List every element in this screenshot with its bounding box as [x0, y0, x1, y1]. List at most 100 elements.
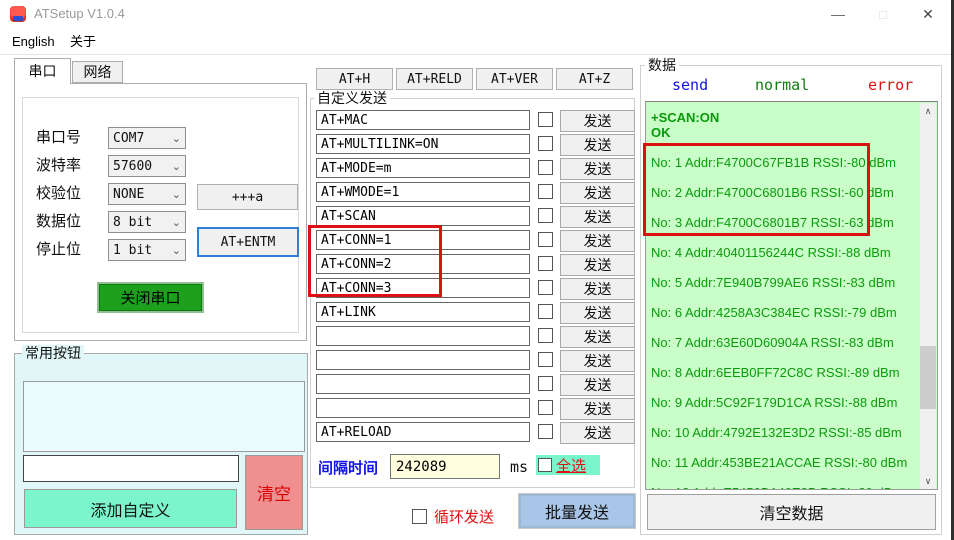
- scan-result-entry: No: 7 Addr:63E60D60904A RSSI:-83 dBm: [651, 335, 916, 350]
- command-input[interactable]: [316, 182, 530, 202]
- log-line: OK: [651, 125, 916, 140]
- command-checkbox[interactable]: [538, 112, 553, 127]
- stop-bits-label: 停止位: [36, 239, 106, 261]
- menu-bar: English 关于: [0, 28, 951, 55]
- send-button[interactable]: 发送: [560, 302, 635, 324]
- stop-bits-select[interactable]: 1 bit ⌄: [108, 239, 186, 261]
- serial-port-select[interactable]: COM7 ⌄: [108, 127, 186, 149]
- command-input[interactable]: [316, 158, 530, 178]
- command-checkbox[interactable]: [538, 280, 553, 295]
- add-custom-button[interactable]: 添加自定义: [24, 489, 237, 528]
- at-entm-button[interactable]: AT+ENTM: [197, 227, 299, 257]
- data-group-title: 数据: [645, 57, 679, 74]
- parity-label: 校验位: [36, 183, 106, 205]
- command-checkbox[interactable]: [538, 184, 553, 199]
- close-serial-button[interactable]: 关闭串口: [97, 282, 204, 313]
- scrollbar[interactable]: ∧ ∨: [920, 103, 936, 489]
- parity-select[interactable]: NONE ⌄: [108, 183, 186, 205]
- send-button[interactable]: 发送: [560, 158, 635, 180]
- data-bits-value: 8 bit: [113, 215, 152, 230]
- scan-result-entry: No: 6 Addr:4258A3C384EC RSSI:-79 dBm: [651, 305, 916, 320]
- log-line: +SCAN:ON: [651, 110, 916, 125]
- scrollbar-thumb[interactable]: [920, 346, 936, 409]
- send-button[interactable]: 发送: [560, 278, 635, 300]
- scan-result-entry: No: 4 Addr:40401156244C RSSI:-88 dBm: [651, 245, 916, 260]
- select-all-wrap: 全选: [536, 455, 600, 475]
- command-checkbox[interactable]: [538, 256, 553, 271]
- command-input[interactable]: [316, 206, 530, 226]
- tab-network[interactable]: 网络: [72, 61, 123, 83]
- parity-value: NONE: [113, 187, 144, 202]
- select-all-checkbox[interactable]: [538, 458, 552, 472]
- command-input[interactable]: [316, 326, 530, 346]
- legend-error: error: [868, 76, 913, 94]
- command-checkbox[interactable]: [538, 208, 553, 223]
- at-ver-button[interactable]: AT+VER: [476, 68, 553, 90]
- command-checkbox[interactable]: [538, 304, 553, 319]
- legend-normal: normal: [755, 76, 809, 94]
- command-input[interactable]: [316, 422, 530, 442]
- loop-send-label: 循环发送: [434, 506, 494, 527]
- send-button[interactable]: 发送: [560, 134, 635, 156]
- minimize-button[interactable]: —: [816, 0, 860, 28]
- command-input[interactable]: [316, 302, 530, 322]
- send-button[interactable]: 发送: [560, 230, 635, 252]
- maximize-button[interactable]: □: [861, 0, 905, 28]
- command-checkbox[interactable]: [538, 424, 553, 439]
- send-button[interactable]: 发送: [560, 326, 635, 348]
- command-checkbox[interactable]: [538, 352, 553, 367]
- command-input[interactable]: [316, 110, 530, 130]
- send-button[interactable]: 发送: [560, 374, 635, 396]
- plus-a-button[interactable]: +++a: [197, 184, 298, 210]
- command-input[interactable]: [316, 374, 530, 394]
- tab-serial[interactable]: 串口: [14, 58, 71, 84]
- common-command-input[interactable]: [23, 455, 239, 482]
- scan-result-entry: No: 9 Addr:5C92F179D1CA RSSI:-88 dBm: [651, 395, 916, 410]
- command-input[interactable]: [316, 398, 530, 418]
- batch-send-button[interactable]: 批量发送: [519, 494, 635, 528]
- select-all-label[interactable]: 全选: [556, 455, 586, 476]
- command-checkbox[interactable]: [538, 328, 553, 343]
- baud-rate-select[interactable]: 57600 ⌄: [108, 155, 186, 177]
- app-icon: [10, 6, 26, 22]
- title-bar: ATSetup V1.0.4 — □ ✕: [0, 0, 951, 28]
- menu-item-about[interactable]: 关于: [70, 32, 96, 52]
- loop-send-checkbox[interactable]: [412, 509, 427, 524]
- scan-result-entry: No: 12 Addr:E5450D149E3B RSSI:-89 dBm: [651, 485, 916, 490]
- at-z-button[interactable]: AT+Z: [556, 68, 633, 90]
- interval-input[interactable]: [390, 454, 500, 479]
- close-button[interactable]: ✕: [906, 0, 950, 28]
- send-button[interactable]: 发送: [560, 398, 635, 420]
- command-input[interactable]: [316, 134, 530, 154]
- menu-item-english[interactable]: English: [12, 32, 55, 52]
- clear-common-button[interactable]: 清空: [245, 455, 303, 530]
- command-checkbox[interactable]: [538, 136, 553, 151]
- clear-data-button[interactable]: 清空数据: [647, 494, 936, 530]
- send-button[interactable]: 发送: [560, 422, 635, 444]
- scan-result-entry: No: 5 Addr:7E940B799AE6 RSSI:-83 dBm: [651, 275, 916, 290]
- chevron-down-icon: ⌄: [172, 160, 181, 173]
- common-buttons-list[interactable]: [23, 381, 305, 452]
- scan-result-entry: No: 8 Addr:6EEB0FF72C8C RSSI:-89 dBm: [651, 365, 916, 380]
- at-h-button[interactable]: AT+H: [316, 68, 393, 90]
- scroll-down-icon[interactable]: ∨: [920, 473, 936, 489]
- command-checkbox[interactable]: [538, 160, 553, 175]
- data-bits-select[interactable]: 8 bit ⌄: [108, 211, 186, 233]
- send-button[interactable]: 发送: [560, 182, 635, 204]
- command-checkbox[interactable]: [538, 232, 553, 247]
- data-bits-label: 数据位: [36, 211, 106, 233]
- at-reld-button[interactable]: AT+RELD: [396, 68, 473, 90]
- serial-port-label: 串口号: [36, 127, 106, 149]
- highlight-box-conn-commands: [308, 225, 442, 297]
- send-button[interactable]: 发送: [560, 350, 635, 372]
- send-button[interactable]: 发送: [560, 254, 635, 276]
- chevron-down-icon: ⌄: [172, 216, 181, 229]
- send-button[interactable]: 发送: [560, 206, 635, 228]
- interval-label: 间隔时间: [318, 457, 378, 478]
- scroll-up-icon[interactable]: ∧: [920, 103, 936, 119]
- send-button[interactable]: 发送: [560, 110, 635, 132]
- serial-port-value: COM7: [113, 131, 144, 146]
- command-input[interactable]: [316, 350, 530, 370]
- command-checkbox[interactable]: [538, 400, 553, 415]
- command-checkbox[interactable]: [538, 376, 553, 391]
